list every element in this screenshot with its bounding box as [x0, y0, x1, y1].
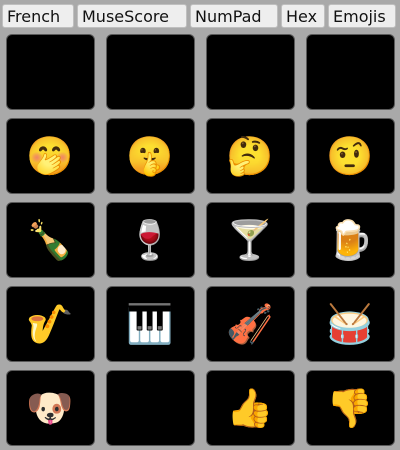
wine-glass-icon: 🍷: [126, 218, 174, 262]
emoji-key-grinning-face[interactable]: 😃: [5, 34, 95, 110]
shushing-face-icon: 🤫: [126, 134, 174, 178]
piano-keyboard-icon: 🎹: [126, 302, 174, 346]
thinking-face-icon: 🤔: [226, 134, 274, 178]
emoji-key-shushing-face[interactable]: 🤫: [105, 118, 195, 194]
thumbs-up-icon: 👍: [226, 386, 274, 430]
emoji-cell: 👍: [200, 366, 300, 450]
hand-over-mouth-icon: 🤭: [26, 134, 74, 178]
raised-eyebrow-icon: 🤨: [326, 134, 374, 178]
emoji-key-thumbs-up[interactable]: 👍: [205, 370, 295, 446]
emoji-cell: 🤭: [0, 114, 100, 198]
tab-french[interactable]: French: [2, 4, 74, 28]
emoji-key-tears-of-joy[interactable]: 😂: [105, 34, 195, 110]
dog-face-icon: 🐶: [26, 386, 74, 430]
emoji-cell: 🍾: [0, 198, 100, 282]
cocktail-glass-icon: 🍸: [226, 218, 274, 262]
emoji-key-raised-eyebrow[interactable]: 🤨: [305, 118, 395, 194]
emoji-cell: 😃: [0, 30, 100, 114]
emoji-cell: 🍺: [300, 198, 400, 282]
cat-face-icon: 🐱: [130, 386, 170, 430]
emoji-cell: 🎹: [100, 282, 200, 366]
emoji-key-champagne-bottle[interactable]: 🍾: [5, 202, 95, 278]
emoji-cell: 😉: [300, 30, 400, 114]
grinning-face-icon: 😃: [30, 50, 70, 94]
drum-icon: 🥁: [326, 302, 374, 346]
emoji-cell: 🥁: [300, 282, 400, 366]
emoji-cell: 🍷: [100, 198, 200, 282]
emoji-cell: 🎷: [0, 282, 100, 366]
emoji-cell: 🤫: [100, 114, 200, 198]
violin-icon: 🎻: [226, 302, 274, 346]
emoji-key-drum[interactable]: 🥁: [305, 286, 395, 362]
emoji-key-grid: 😃 😂 😟 😉 🤭 🤫 🤔 🤨 🍾 🍷 🍸 🍺 🎷 🎹 🎻 🥁 🐶 🐱 👍 👎: [0, 30, 400, 450]
beer-mug-icon: 🍺: [326, 218, 374, 262]
emoji-cell: 🤔: [200, 114, 300, 198]
emoji-key-cat-face[interactable]: 🐱: [105, 370, 195, 446]
emoji-cell: 😂: [100, 30, 200, 114]
emoji-key-cocktail-glass[interactable]: 🍸: [205, 202, 295, 278]
champagne-bottle-icon: 🍾: [26, 218, 74, 262]
emoji-cell: 🎻: [200, 282, 300, 366]
emoji-cell: 🐱: [100, 366, 200, 450]
tab-musescore[interactable]: MuseScore: [77, 4, 187, 28]
emoji-key-thinking-face[interactable]: 🤔: [205, 118, 295, 194]
tab-bar: French MuseScore NumPad Hex Emojis: [2, 4, 396, 30]
tab-numpad[interactable]: NumPad: [190, 4, 278, 28]
emoji-cell: 👎: [300, 366, 400, 450]
emoji-cell: 🐶: [0, 366, 100, 450]
emoji-cell: 🤨: [300, 114, 400, 198]
emoji-key-dog-face[interactable]: 🐶: [5, 370, 95, 446]
saxophone-icon: 🎷: [26, 302, 74, 346]
tab-emojis[interactable]: Emojis: [328, 4, 396, 28]
emoji-key-beer-mug[interactable]: 🍺: [305, 202, 395, 278]
tab-hex[interactable]: Hex: [281, 4, 325, 28]
emoji-key-wine-glass[interactable]: 🍷: [105, 202, 195, 278]
worried-face-icon: 😟: [230, 50, 270, 94]
emoji-key-violin[interactable]: 🎻: [205, 286, 295, 362]
emoji-key-hand-over-mouth[interactable]: 🤭: [5, 118, 95, 194]
emoji-key-piano-keyboard[interactable]: 🎹: [105, 286, 195, 362]
emoji-key-winking-face[interactable]: 😉: [305, 34, 395, 110]
emoji-cell: 🍸: [200, 198, 300, 282]
emoji-cell: 😟: [200, 30, 300, 114]
emoji-key-saxophone[interactable]: 🎷: [5, 286, 95, 362]
winking-face-icon: 😉: [330, 50, 370, 94]
thumbs-down-icon: 👎: [326, 386, 374, 430]
emoji-key-worried-face[interactable]: 😟: [205, 34, 295, 110]
emoji-key-thumbs-down[interactable]: 👎: [305, 370, 395, 446]
tears-of-joy-icon: 😂: [127, 50, 173, 94]
